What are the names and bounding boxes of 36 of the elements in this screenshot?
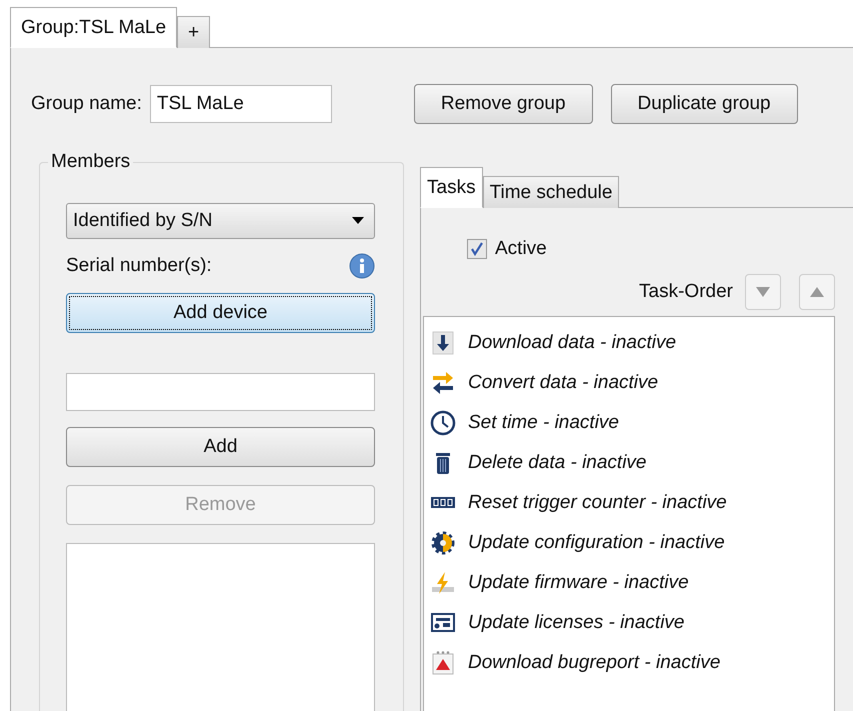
gear-icon	[430, 530, 456, 556]
triangle-down-icon	[756, 287, 770, 297]
dropdown-caret-icon	[352, 217, 364, 225]
info-icon[interactable]	[349, 253, 375, 279]
group-name-field[interactable]: TSL MaLe	[150, 85, 332, 123]
task-item[interactable]: Convert data - inactive	[468, 372, 658, 394]
group-action-button[interactable]: Duplicate group	[610, 84, 798, 124]
warning-document-icon	[430, 650, 456, 676]
task-item[interactable]: Set time - inactive	[468, 412, 619, 434]
identification-dropdown[interactable]: Identified by S/N	[66, 203, 375, 239]
task-item[interactable]: Download bugreport - inactive	[468, 652, 720, 674]
tab[interactable]: Time schedule	[482, 176, 620, 208]
tab[interactable]: Group:TSL MaLe	[10, 7, 178, 48]
move-down-button[interactable]	[745, 274, 781, 310]
task-item[interactable]: Download data - inactive	[468, 332, 676, 354]
task-item[interactable]: Update configuration - inactive	[468, 532, 725, 554]
tab[interactable]: +	[177, 16, 210, 48]
triangle-up-icon	[810, 287, 824, 297]
serial-number-label: Serial number(s):	[66, 255, 212, 277]
task-item[interactable]: Update licenses - inactive	[468, 612, 684, 634]
tab[interactable]: Tasks	[420, 167, 483, 208]
task-order-label: Task-Order	[639, 281, 733, 303]
group-name-label: Group name:	[31, 93, 142, 115]
group-action-button[interactable]: Remove group	[414, 84, 593, 124]
lightning-icon	[430, 570, 456, 596]
serial-number-input[interactable]	[66, 373, 375, 411]
task-item[interactable]: Reset trigger counter - inactive	[468, 492, 727, 514]
move-up-button[interactable]	[799, 274, 835, 310]
swap-arrows-icon	[430, 370, 456, 396]
task-item[interactable]: Update firmware - inactive	[468, 572, 689, 594]
active-checkbox[interactable]	[467, 239, 487, 259]
add-button[interactable]: Add	[66, 427, 375, 467]
task-item[interactable]: Delete data - inactive	[468, 452, 646, 474]
active-label: Active	[495, 238, 547, 260]
add-device-button[interactable]: Add device	[66, 293, 375, 333]
clock-icon	[430, 410, 456, 436]
